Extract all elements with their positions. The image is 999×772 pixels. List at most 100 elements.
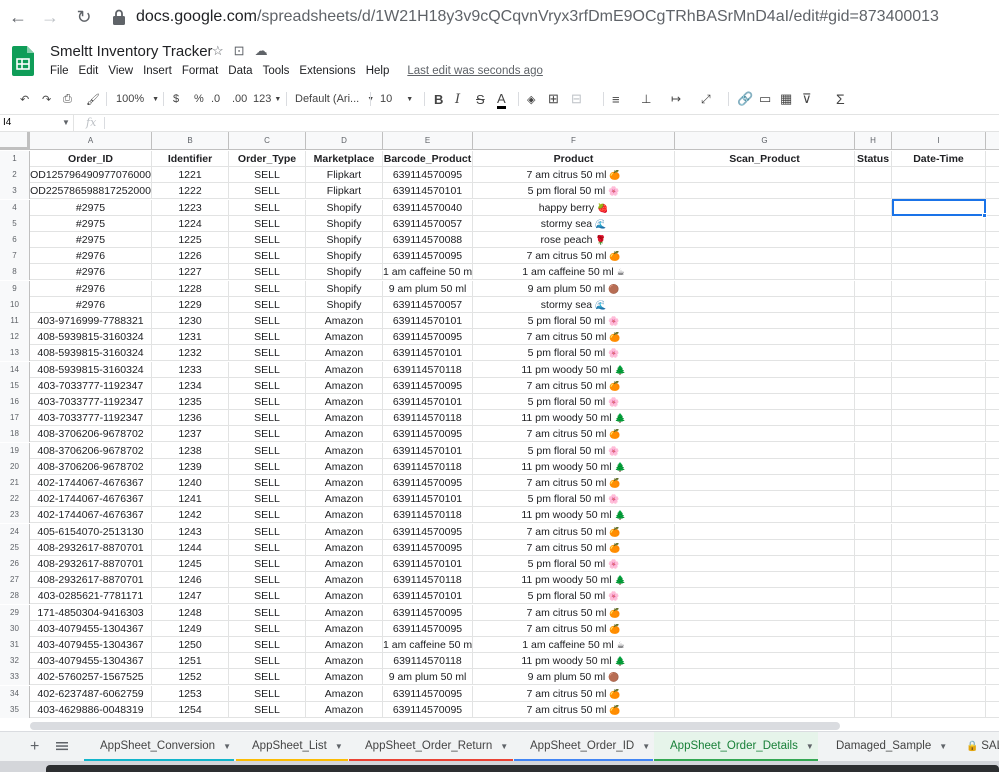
cell[interactable]: SELL	[229, 588, 306, 605]
column-title[interactable]: Order_ID	[30, 151, 152, 167]
text-color-button[interactable]: A	[497, 91, 506, 109]
sheet-tab[interactable]: AppSheet_Order_Return ▼	[349, 732, 513, 762]
cell[interactable]: 639114570101	[383, 394, 473, 410]
cell[interactable]	[855, 280, 892, 297]
cell[interactable]: 403-7033777-1192347	[30, 410, 152, 427]
row-header[interactable]: 13	[0, 345, 30, 362]
cell[interactable]: SELL	[229, 248, 306, 265]
star-icon[interactable]: ☆	[212, 43, 224, 59]
row-header[interactable]: 24	[0, 523, 30, 540]
menu-tools[interactable]: Tools	[263, 65, 290, 77]
cell[interactable]: 408-2932617-8870701	[30, 572, 152, 589]
cell[interactable]	[675, 394, 855, 410]
cell[interactable]: 402-1744067-4676367	[30, 507, 152, 524]
cell[interactable]: 639114570095	[383, 475, 473, 491]
row-header[interactable]: 2	[0, 167, 30, 184]
cell[interactable]: 639114570095	[383, 523, 473, 540]
strikethrough-button[interactable]: S	[476, 91, 485, 107]
cell[interactable]: 1 am caffeine 50 ml	[383, 637, 473, 653]
cell[interactable]: SELL	[229, 313, 306, 329]
cell[interactable]: 639114570040	[383, 199, 473, 216]
cell[interactable]: 1233	[152, 361, 229, 378]
chevron-down-icon[interactable]: ▼	[939, 742, 947, 751]
cell[interactable]: 402-5760257-1567525	[30, 669, 152, 686]
column-header-a[interactable]: A	[30, 132, 152, 150]
document-title[interactable]: Smeltt Inventory Tracker	[50, 43, 213, 60]
row-header[interactable]: 20	[0, 458, 30, 475]
menu-view[interactable]: View	[108, 65, 133, 77]
cell[interactable]: Amazon	[306, 361, 383, 378]
print-icon[interactable]: ⎙	[63, 91, 72, 107]
cell[interactable]: 1254	[152, 701, 229, 718]
sheet-tab[interactable]: Damaged_Sample ▼	[820, 732, 948, 762]
cell[interactable]	[675, 345, 855, 362]
cell[interactable]: 403-7033777-1192347	[30, 394, 152, 410]
cell[interactable]	[675, 701, 855, 718]
row-header[interactable]: 10	[0, 296, 30, 313]
cell[interactable]	[892, 394, 986, 410]
row-header[interactable]: 5	[0, 215, 30, 232]
cell[interactable]: Amazon	[306, 685, 383, 702]
chevron-down-icon[interactable]: ▼	[500, 742, 508, 751]
cell[interactable]	[892, 442, 986, 459]
all-sheets-icon[interactable]	[55, 739, 69, 753]
cell[interactable]	[675, 215, 855, 232]
cell[interactable]: 639114570101	[383, 345, 473, 362]
cell[interactable]: SELL	[229, 604, 306, 621]
cell[interactable]	[675, 475, 855, 491]
row-header[interactable]: 21	[0, 475, 30, 491]
cell[interactable]: Amazon	[306, 329, 383, 346]
cell[interactable]: SELL	[229, 491, 306, 508]
cell[interactable]	[892, 232, 986, 248]
column-title[interactable]: Status	[855, 151, 892, 167]
cell[interactable]: 7 am citrus 50 ml 🍊	[473, 604, 675, 621]
cell[interactable]	[855, 296, 892, 313]
cell[interactable]	[855, 653, 892, 670]
cell[interactable]: 402-6237487-6062759	[30, 685, 152, 702]
cell[interactable]	[675, 361, 855, 378]
cell[interactable]: 405-6154070-2513130	[30, 523, 152, 540]
cell[interactable]	[675, 280, 855, 297]
horizontal-scrollbar[interactable]	[30, 722, 840, 730]
cell[interactable]: Flipkart	[306, 183, 383, 200]
cell[interactable]	[675, 313, 855, 329]
cell[interactable]: 408-5939815-3160324	[30, 345, 152, 362]
row-header[interactable]: 23	[0, 507, 30, 524]
cell[interactable]: SELL	[229, 458, 306, 475]
decrease-decimal-button[interactable]: .0	[211, 91, 220, 107]
cell[interactable]: 639114570101	[383, 313, 473, 329]
cell[interactable]	[855, 167, 892, 184]
cell[interactable]	[855, 637, 892, 653]
cell[interactable]	[892, 701, 986, 718]
row-header[interactable]: 12	[0, 329, 30, 346]
column-title[interactable]: Date-Time	[892, 151, 986, 167]
sheet-tab[interactable]: AppSheet_Order_ID ▼	[514, 732, 653, 762]
cell[interactable]	[892, 361, 986, 378]
cell[interactable]	[675, 572, 855, 589]
cell[interactable]: Amazon	[306, 701, 383, 718]
column-header-i[interactable]: I	[892, 132, 986, 150]
cell[interactable]	[892, 215, 986, 232]
cell[interactable]: 639114570118	[383, 410, 473, 427]
cell[interactable]: #2975	[30, 215, 152, 232]
cell[interactable]	[892, 523, 986, 540]
cell[interactable]: 11 pm woody 50 ml 🌲	[473, 653, 675, 670]
cell[interactable]: 1246	[152, 572, 229, 589]
cell[interactable]	[855, 475, 892, 491]
cell[interactable]: Amazon	[306, 475, 383, 491]
select-all-corner[interactable]	[0, 132, 30, 150]
row-header[interactable]: 17	[0, 410, 30, 427]
cell[interactable]: 1250	[152, 637, 229, 653]
cell[interactable]	[855, 669, 892, 686]
cell[interactable]: Amazon	[306, 458, 383, 475]
cell[interactable]: 639114570095	[383, 248, 473, 265]
fill-handle[interactable]	[982, 212, 987, 218]
add-sheet-icon[interactable]: +	[30, 738, 39, 756]
cell[interactable]: stormy sea 🌊	[473, 215, 675, 232]
cell[interactable]: Amazon	[306, 313, 383, 329]
sheet-tab[interactable]: AppSheet_List ▼	[236, 732, 348, 762]
sheet-tab[interactable]: AppSheet_Conversion ▼	[84, 732, 234, 762]
column-title[interactable]: Product	[473, 151, 675, 167]
row-header[interactable]: 27	[0, 572, 30, 589]
cell[interactable]	[855, 248, 892, 265]
